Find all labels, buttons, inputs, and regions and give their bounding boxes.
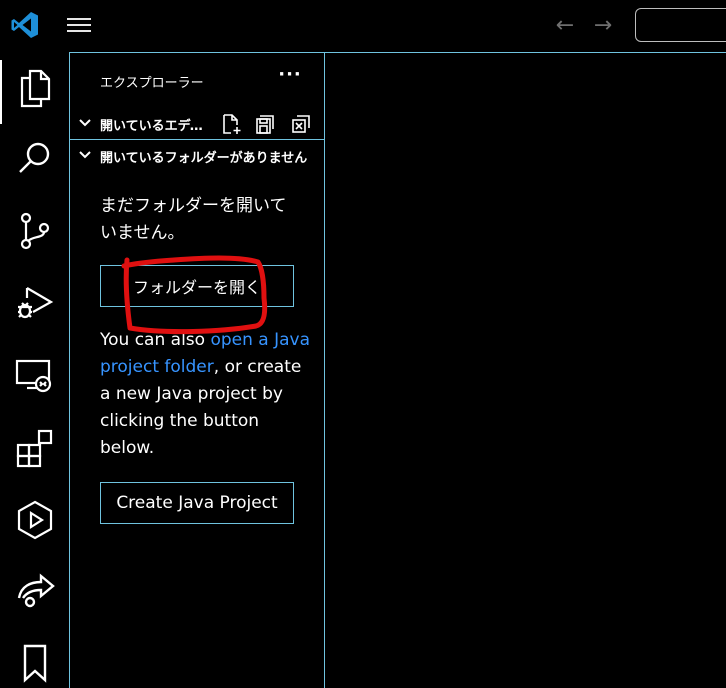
command-center-search[interactable] (635, 8, 726, 42)
files-icon[interactable] (13, 66, 57, 110)
share-icon[interactable] (13, 568, 57, 612)
chevron-down-icon (79, 151, 91, 159)
new-file-icon[interactable] (220, 113, 242, 135)
explorer-sidebar: エクスプローラー ··· 開いているエディター 開いているフォルダーがありません… (70, 53, 324, 688)
save-all-icon[interactable] (254, 113, 276, 135)
close-all-icon[interactable] (290, 113, 312, 135)
folders-section-header[interactable]: 開いているフォルダーがありません (70, 140, 324, 172)
create-java-project-button[interactable]: Create Java Project (100, 482, 294, 524)
arrow-right-icon[interactable]: → (591, 14, 615, 38)
hint-prefix: You can also (100, 330, 211, 350)
folders-label: 開いているフォルダーがありません (100, 151, 308, 166)
open-editors-label: 開いているエディター (100, 119, 214, 134)
vscode-logo-icon[interactable] (10, 10, 40, 40)
menu-icon[interactable] (64, 14, 94, 40)
source-control-icon[interactable] (13, 208, 57, 252)
java-hint-text: You can also open a Java project folder,… (100, 327, 310, 462)
debug-icon[interactable] (13, 280, 57, 324)
extensions-icon[interactable] (13, 424, 57, 468)
bookmark-icon[interactable] (13, 640, 57, 684)
open-folder-button[interactable]: フォルダーを開く (100, 265, 294, 307)
sidebar-title: エクスプローラー (100, 76, 204, 91)
open-editors-section-header[interactable]: 開いているエディター (70, 108, 324, 140)
chevron-down-icon (79, 119, 91, 127)
title-bar: ← → (0, 0, 726, 52)
more-actions-button[interactable]: ··· (276, 66, 304, 87)
arrow-left-icon[interactable]: ← (553, 14, 577, 38)
active-indicator (0, 60, 2, 124)
remote-explorer-icon[interactable] (13, 352, 57, 396)
search-icon[interactable] (13, 136, 57, 180)
no-folder-message: まだフォルダーを開いていません。 (100, 196, 287, 243)
play-icon[interactable] (13, 498, 57, 542)
sidebar-border (324, 52, 325, 688)
